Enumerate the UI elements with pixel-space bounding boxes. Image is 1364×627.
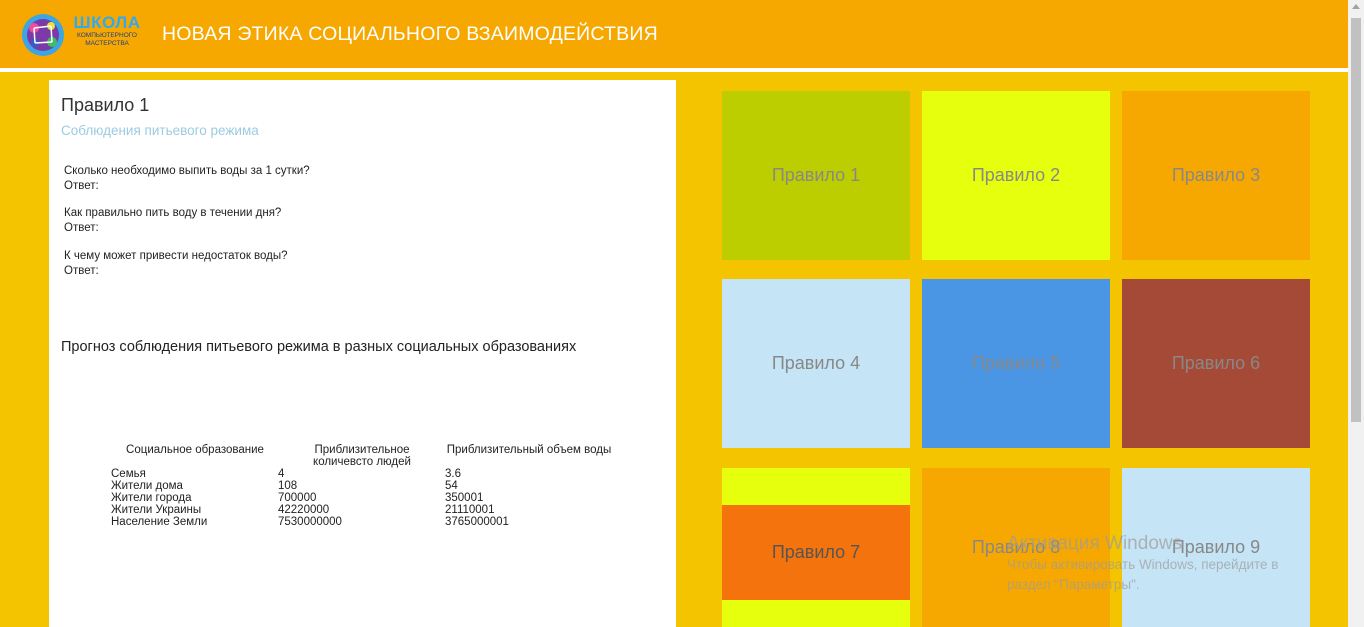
rule-tile-4[interactable]: Правило 4 bbox=[722, 279, 910, 448]
answer-label: Ответ: bbox=[64, 180, 99, 192]
rule-tile-label: Правило 5 bbox=[971, 353, 1061, 373]
scrollbar-thumb[interactable] bbox=[1351, 18, 1361, 422]
question-text: К чему может привести недостаток воды? bbox=[64, 250, 288, 262]
rule-content-panel: Правило 1 Соблюдения питьевого режима Ск… bbox=[49, 80, 676, 627]
question-text: Как правильно пить воду в течении дня? bbox=[64, 207, 282, 219]
rule-title: Правило 1 bbox=[61, 95, 150, 115]
table-cell: Население Земли bbox=[111, 516, 208, 528]
site-header: ШКОЛА КОМПЬЮТЕРНОГО МАСТЕРСТВА НОВАЯ ЭТИ… bbox=[0, 0, 1348, 72]
table-cell: 3765000001 bbox=[445, 516, 509, 528]
table-header: Социальное образование bbox=[126, 444, 264, 456]
watermark-text: раздел "Параметры". bbox=[1007, 577, 1140, 592]
rule-tile-label: Правило 6 bbox=[1171, 353, 1261, 373]
scroll-up-arrow-icon[interactable] bbox=[1352, 4, 1360, 9]
answer-label: Ответ: bbox=[64, 265, 99, 277]
rule-tile-5[interactable]: Правило 5 bbox=[922, 279, 1110, 448]
rule-tile-7[interactable]: Правило 7 bbox=[722, 505, 910, 600]
school-logo-icon[interactable] bbox=[20, 12, 66, 58]
rule-tile-label: Правило 1 bbox=[771, 165, 861, 185]
table-cell: 7530000000 bbox=[278, 516, 342, 528]
table-cell: 21110001 bbox=[445, 504, 495, 516]
table-cell: Семья bbox=[111, 468, 146, 480]
rule-tile-label: Правило 4 bbox=[771, 353, 861, 373]
rule-tile-6[interactable]: Правило 6 bbox=[1122, 279, 1310, 448]
rule-tile-3[interactable]: Правило 3 bbox=[1122, 91, 1310, 260]
table-cell: Жители города bbox=[111, 492, 192, 504]
windows-activation-watermark: Активация Windows Чтобы активировать Win… bbox=[1007, 533, 1278, 595]
table-cell: 108 bbox=[278, 480, 298, 492]
table-cell: 700000 bbox=[278, 492, 317, 504]
rule-tile-label: Правило 2 bbox=[971, 165, 1061, 185]
watermark-title: Активация Windows bbox=[1007, 533, 1183, 554]
table-header: Приблизительное количевсто людей bbox=[313, 444, 411, 468]
rule-tile-label: Правило 7 bbox=[771, 542, 861, 562]
forecast-heading: Прогноз соблюдения питьевого режима в ра… bbox=[61, 339, 577, 355]
table-cell: 42220000 bbox=[278, 504, 330, 516]
question-item: Сколько необходимо выпить воды за 1 сутк… bbox=[64, 164, 310, 194]
answer-label: Ответ: bbox=[64, 222, 99, 234]
table-cell: 54 bbox=[445, 480, 458, 492]
rule-tile-2[interactable]: Правило 2 bbox=[922, 91, 1110, 260]
table-cell: Жители Украины bbox=[111, 504, 202, 516]
table-cell: 350001 bbox=[445, 492, 484, 504]
logo-subtitle-2: МАСТЕРСТВА bbox=[85, 40, 129, 47]
logo-name: ШКОЛА bbox=[73, 13, 141, 32]
question-text: Сколько необходимо выпить воды за 1 сутк… bbox=[64, 165, 310, 177]
rule-subtitle: Соблюдения питьевого режима bbox=[61, 123, 259, 138]
logo-subtitle-1: КОМПЬЮТЕРНОГО bbox=[77, 32, 137, 39]
table-cell: Жители дома bbox=[111, 480, 183, 492]
table-cell: 4 bbox=[278, 468, 285, 480]
site-title: НОВАЯ ЭТИКА СОЦИАЛЬНОГО ВЗАИМОДЕЙСТВИЯ bbox=[162, 23, 658, 45]
rule-tile-label: Правило 3 bbox=[1171, 165, 1261, 185]
rule-tile-1[interactable]: Правило 1 bbox=[722, 91, 910, 260]
question-item: К чему может привести недостаток воды? О… bbox=[64, 249, 288, 279]
table-header: Приблизительный объем воды bbox=[446, 444, 612, 456]
table-cell: 3.6 bbox=[445, 468, 461, 480]
question-item: Как правильно пить воду в течении дня? О… bbox=[64, 206, 281, 236]
logo-text: ШКОЛА КОМПЬЮТЕРНОГО МАСТЕРСТВА bbox=[70, 14, 144, 48]
watermark-text: Чтобы активировать Windows, перейдите в bbox=[1007, 557, 1279, 572]
